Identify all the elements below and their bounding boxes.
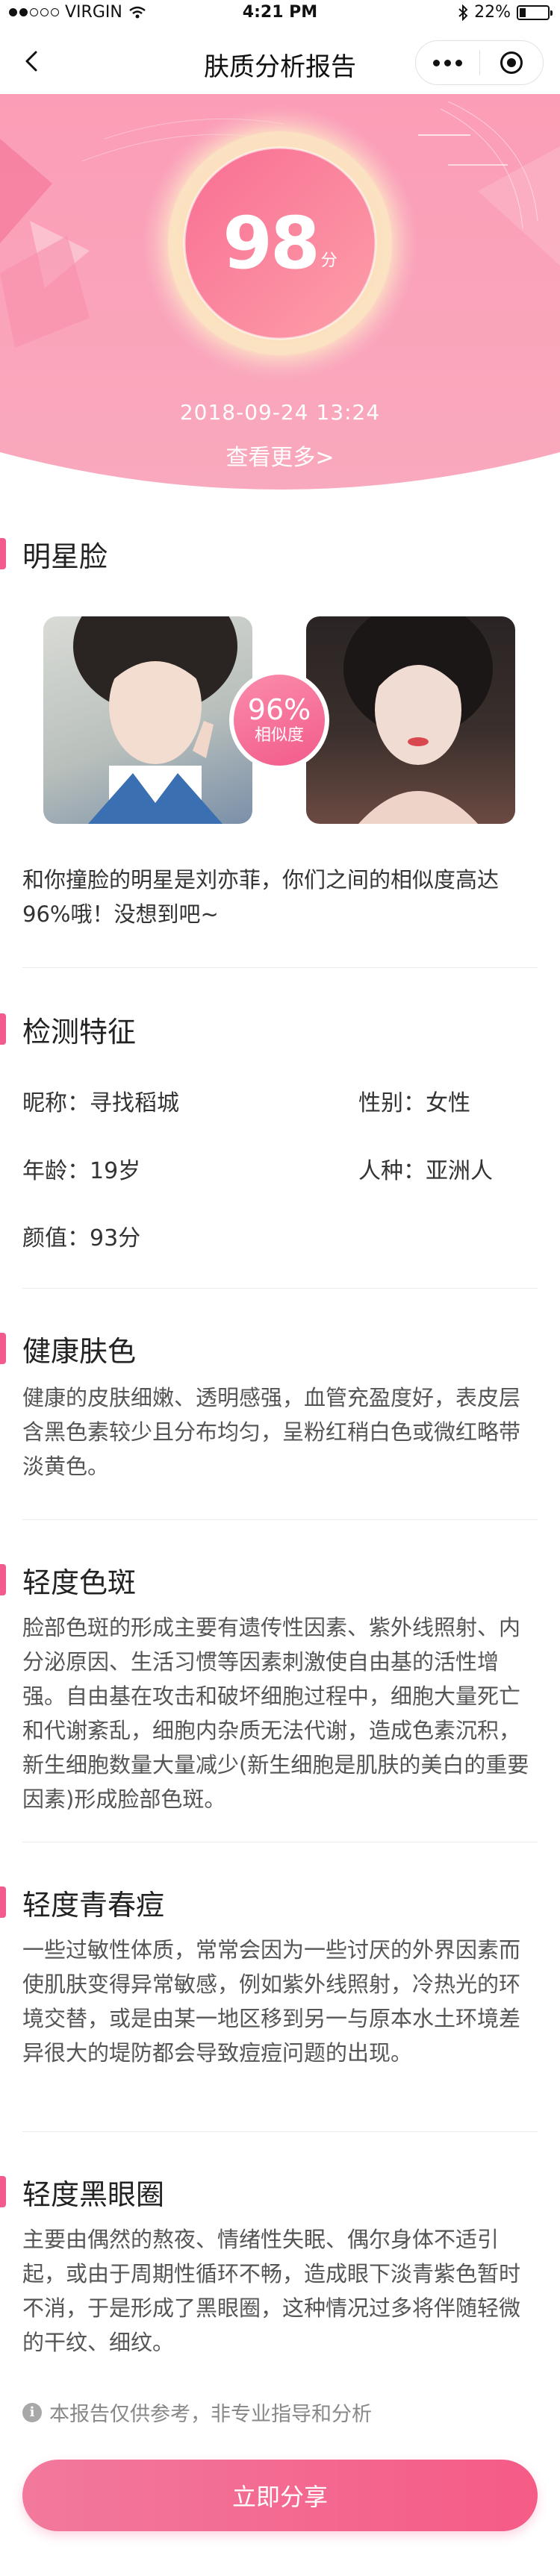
report-date: 2018-09-24 13:24 — [179, 400, 381, 425]
nickname-field: 昵称：寻找稻城 — [22, 1090, 179, 1116]
section-accent-bar — [0, 1333, 6, 1364]
battery-icon — [517, 4, 553, 20]
battery-percent: 22% — [474, 3, 511, 22]
section-accent-bar — [0, 538, 6, 569]
section-title: 健康肤色 — [22, 1334, 137, 1368]
gender-field: 性别：女性 — [358, 1090, 470, 1116]
skin-tone-description: 健康的皮肤细嫩、透明感强，血管充盈度好，表皮层含黑色素较少且分布均匀，呈粉红稍白… — [22, 1385, 521, 1479]
celebrity-portrait-image — [343, 616, 493, 824]
score-unit: 分 — [320, 251, 337, 270]
section-features: 检测特征 — [0, 1010, 136, 1048]
section-star-face: 明星脸 — [0, 535, 108, 573]
status-bar: VIRGIN 4:21 PM 22% — [0, 0, 560, 30]
score-value: 98 — [223, 201, 320, 285]
section-accent-bar — [0, 1564, 6, 1595]
age-field: 年龄：19岁 — [22, 1158, 141, 1184]
user-photo — [43, 616, 252, 824]
section-dark-circles: 轻度黑眼圈 — [0, 2173, 165, 2211]
spots-description: 脸部色斑的形成主要有遗传性因素、紫外线照射、内分泌原因、生活习惯等因素刺激使自由… — [22, 1615, 529, 1812]
similarity-label: 相似度 — [254, 726, 304, 745]
nav-bar: 肤质分析报告 — [0, 30, 560, 94]
section-accent-bar — [0, 1013, 6, 1045]
more-dots-icon — [432, 59, 462, 66]
section-title: 轻度黑眼圈 — [22, 2178, 165, 2211]
section-title: 轻度色斑 — [22, 1566, 137, 1599]
battery-area: 22% — [458, 3, 553, 22]
info-icon: i — [22, 2402, 42, 2422]
see-more-link[interactable]: 查看更多> — [0, 439, 560, 472]
section-title: 明星脸 — [22, 540, 108, 573]
bluetooth-icon — [458, 4, 468, 21]
divider — [22, 1519, 538, 1520]
user-portrait-image — [73, 616, 237, 824]
mini-program-capsule — [415, 40, 544, 85]
section-spots: 轻度色斑 — [0, 1561, 137, 1599]
close-mini-program-button[interactable] — [480, 41, 544, 84]
section-accent-bar — [0, 1886, 6, 1918]
celebrity-photo — [306, 616, 515, 824]
section-title: 轻度青春痘 — [22, 1888, 165, 1922]
section-title: 检测特征 — [22, 1015, 137, 1048]
acne-description: 一些过敏性体质，常常会因为一些讨厌的外界因素而使肌肤变得异常敏感，例如紫外线照射… — [22, 1937, 521, 2066]
star-description: 和你撞脸的明星是刘亦菲，你们之间的相似度高达96%哦！没想到吧~ — [22, 867, 500, 927]
more-menu-button[interactable] — [416, 41, 479, 84]
disclaimer-text: 本报告仅供参考，非专业指导和分析 — [49, 2403, 372, 2426]
section-skin-tone: 健康肤色 — [0, 1330, 137, 1368]
section-accent-bar — [0, 2176, 6, 2207]
race-field: 人种：亚洲人 — [358, 1158, 493, 1184]
similarity-badge: 96% 相似度 — [229, 670, 329, 770]
divider — [22, 2131, 538, 2132]
score-hero: 98 分 2018-09-24 13:24 查看更多> — [0, 94, 560, 498]
divider — [22, 1288, 538, 1289]
disclaimer: i 本报告仅供参考，非专业指导和分析 — [22, 2398, 372, 2427]
dark-circles-description: 主要由偶然的熬夜、情绪性失眠、偶尔身体不适引起，或由于周期性循环不畅，造成眼下淡… — [22, 2227, 521, 2355]
close-target-icon — [500, 51, 523, 74]
similarity-percent: 96% — [247, 693, 311, 726]
divider — [22, 967, 538, 968]
section-acne: 轻度青春痘 — [0, 1883, 165, 1922]
score-display: 98 分 — [205, 169, 355, 318]
beauty-score-field: 颜值：93分 — [22, 1225, 141, 1251]
share-now-button[interactable]: 立即分享 — [22, 2460, 538, 2531]
